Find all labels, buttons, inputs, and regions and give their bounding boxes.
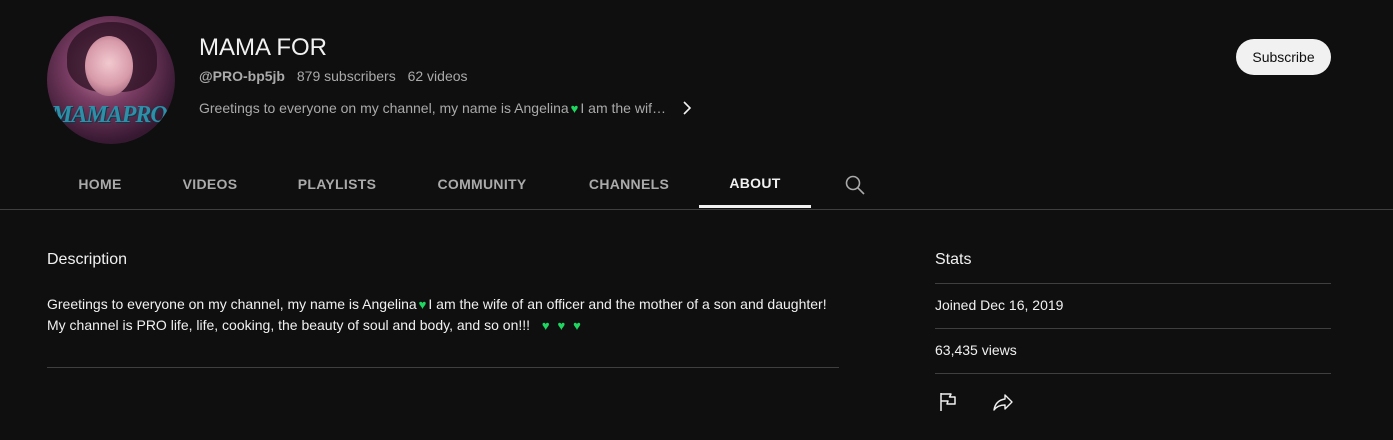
description-line-2: My channel is PRO life, life, cooking, t… [47, 315, 827, 336]
tab-community[interactable]: COMMUNITY [424, 160, 540, 208]
avatar-face [85, 36, 133, 96]
description-divider [47, 367, 839, 368]
channel-avatar[interactable]: MAMAPRO [47, 16, 175, 144]
joined-date: Joined Dec 16, 2019 [935, 297, 1064, 313]
green-heart-icon: ♥ [573, 318, 581, 333]
green-heart-icon: ♥ [557, 318, 566, 333]
tab-channels[interactable]: CHANNELS [576, 160, 682, 208]
stats-divider-2 [935, 328, 1331, 329]
description-line-1b: I am the wife of an officer and the moth… [428, 296, 827, 312]
stats-divider-1 [935, 283, 1331, 284]
subscribe-button[interactable]: Subscribe [1236, 39, 1331, 75]
green-heart-icon: ♥ [541, 318, 550, 333]
avatar-logo-text: MAMAPRO [51, 102, 168, 128]
stats-title: Stats [935, 251, 972, 268]
teaser-tail: I am the wif… [580, 100, 666, 116]
green-heart-icon: ♥ [418, 297, 427, 312]
tab-about[interactable]: ABOUT [699, 160, 811, 208]
video-count: 62 videos [407, 68, 468, 84]
description-line-1a: Greetings to everyone on my channel, my … [47, 296, 417, 312]
channel-tabs: HOME VIDEOS PLAYLISTS COMMUNITY CHANNELS… [0, 160, 1393, 210]
channel-name: MAMA FOR [199, 34, 328, 61]
tab-home[interactable]: HOME [60, 160, 140, 208]
stats-divider-3 [935, 373, 1331, 374]
tab-playlists[interactable]: PLAYLISTS [284, 160, 390, 208]
description-line-2-text: My channel is PRO life, life, cooking, t… [47, 317, 531, 333]
view-count: 63,435 views [935, 342, 1017, 358]
subscriber-count: 879 subscribers [296, 68, 396, 84]
teaser-text: Greetings to everyone on my channel, my … [199, 100, 569, 116]
search-icon[interactable] [844, 174, 866, 196]
description-title: Description [47, 251, 128, 268]
description-body: Greetings to everyone on my channel, my … [47, 294, 827, 336]
tab-videos[interactable]: VIDEOS [170, 160, 250, 208]
chevron-right-icon[interactable] [680, 99, 694, 117]
description-line-1: Greetings to everyone on my channel, my … [47, 294, 827, 315]
share-icon[interactable] [991, 390, 1015, 414]
channel-meta: @PRO-bp5jb 879 subscribers 62 videos [199, 68, 476, 84]
channel-handle[interactable]: @PRO-bp5jb [199, 68, 285, 84]
description-teaser[interactable]: Greetings to everyone on my channel, my … [199, 100, 666, 116]
green-heart-icon: ♥ [570, 100, 579, 116]
flag-icon[interactable] [936, 390, 960, 414]
